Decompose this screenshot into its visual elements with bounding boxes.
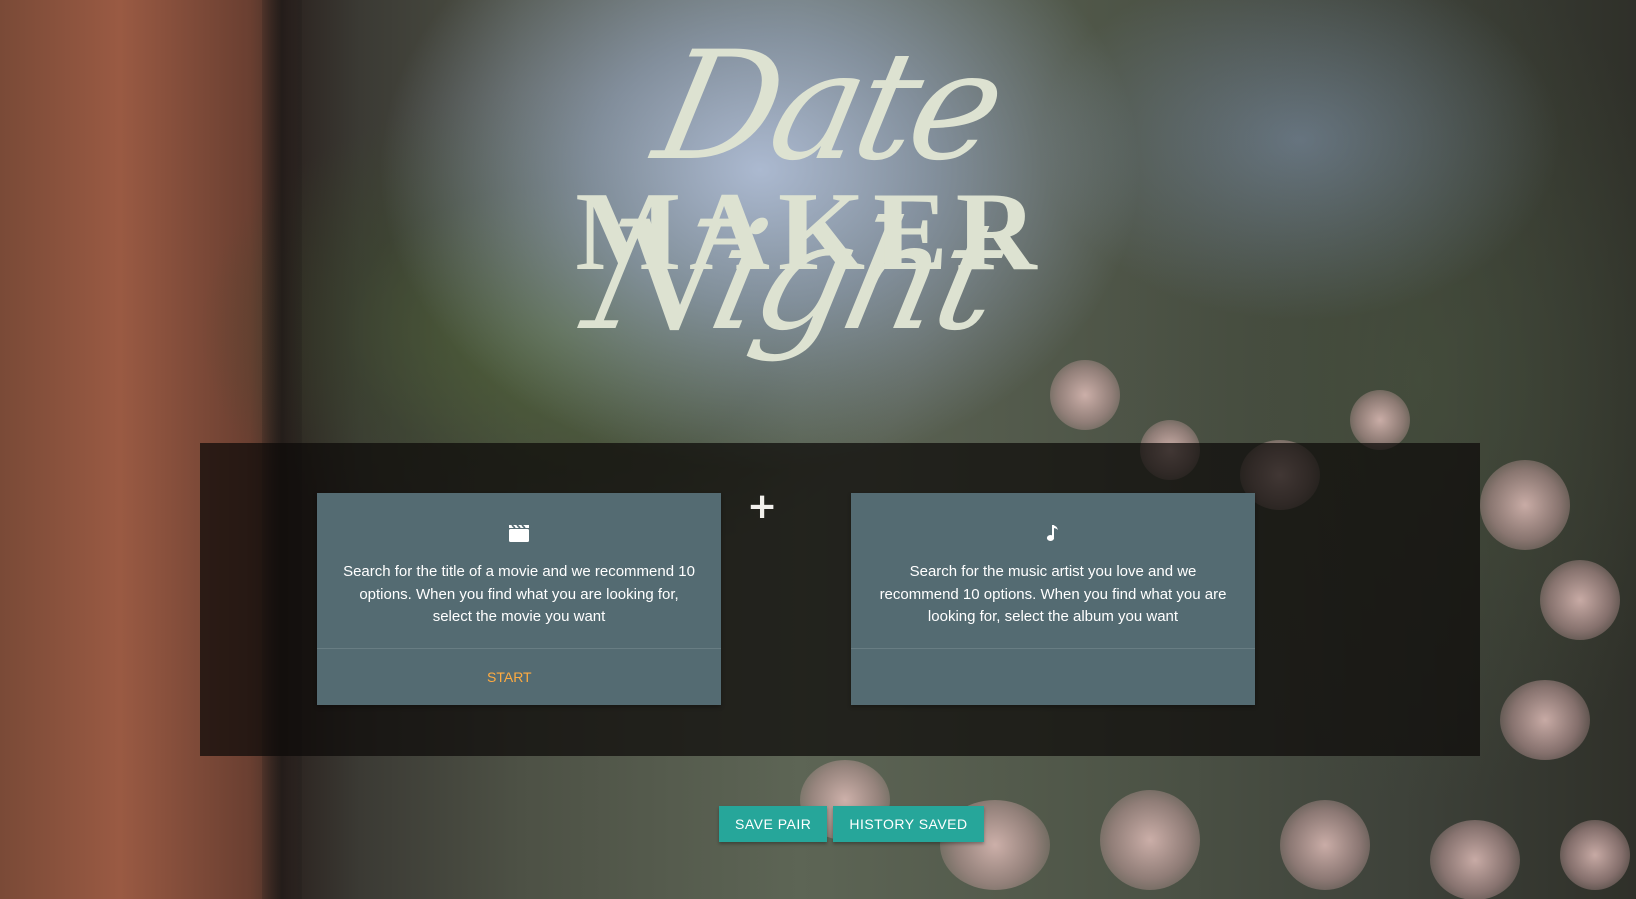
music-card-description: Search for the music artist you love and… <box>879 563 1227 625</box>
movie-card-content: Search for the title of a movie and we r… <box>317 493 721 649</box>
history-saved-button[interactable]: HISTORY SAVED <box>833 806 984 842</box>
app-logo: Date Night MAKER <box>470 20 1150 364</box>
music-card-content: Search for the music artist you love and… <box>851 493 1255 649</box>
selection-panel: Search for the title of a movie and we r… <box>200 443 1480 756</box>
page-background: Date Night MAKER Search for the title of… <box>0 0 1636 899</box>
save-pair-button[interactable]: SAVE PAIR <box>719 806 828 842</box>
logo-maker-text: MAKER <box>575 170 1045 294</box>
music-note-icon <box>1046 525 1058 541</box>
plus-icon: + <box>747 486 778 527</box>
movie-card-description: Search for the title of a movie and we r… <box>343 563 695 625</box>
music-card-action <box>851 649 1255 704</box>
start-link[interactable]: START <box>487 669 532 685</box>
movie-card: Search for the title of a movie and we r… <box>317 493 721 705</box>
clapperboard-icon <box>509 524 529 542</box>
music-card: Search for the music artist you love and… <box>851 493 1255 705</box>
action-buttons: SAVE PAIR HISTORY SAVED <box>719 806 984 842</box>
movie-card-action: START <box>317 649 721 704</box>
